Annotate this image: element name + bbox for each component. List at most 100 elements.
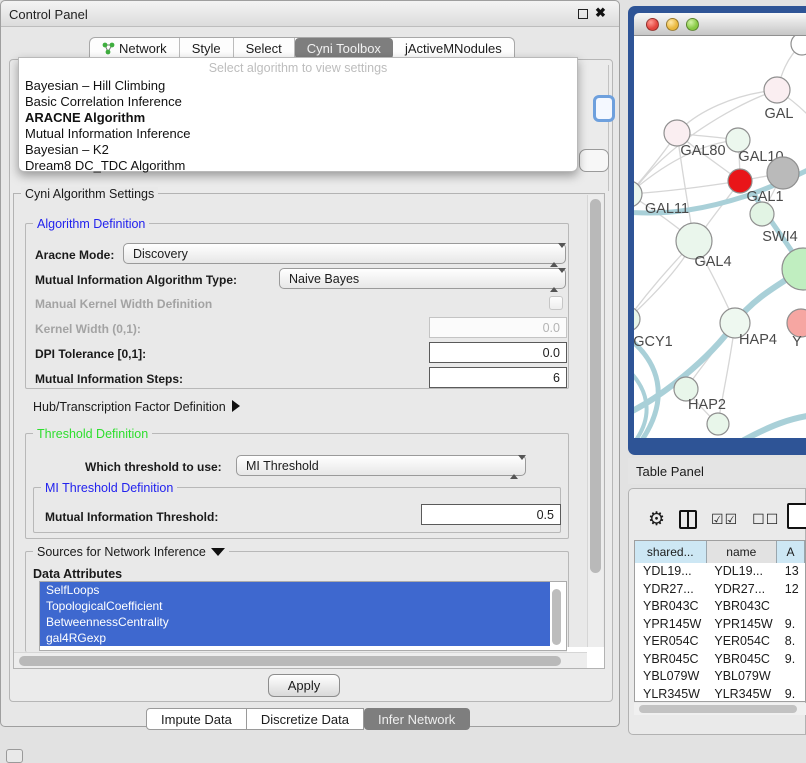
bottom-tab-discretize-data[interactable]: Discretize Data (247, 708, 364, 730)
table-cell: YBR043C (706, 598, 776, 616)
network-node-label: SWI4 (762, 229, 797, 245)
settings-vertical-scrollbar[interactable] (587, 195, 603, 651)
combo-spinner-icon (550, 248, 558, 262)
collapsed-panel-chip[interactable] (6, 749, 23, 763)
attribute-list-item[interactable]: SelfLoops (40, 582, 550, 598)
gear-icon[interactable]: ⚙ (648, 508, 665, 531)
split-panel-icon[interactable] (679, 510, 697, 529)
attribute-list-item[interactable]: BetweennessCentrality (40, 614, 550, 630)
network-node[interactable] (791, 36, 806, 55)
tab-style[interactable]: Style (180, 38, 234, 59)
which-threshold-label: Which threshold to use: (85, 460, 222, 474)
data-attributes-label: Data Attributes (33, 567, 122, 581)
table-column-header[interactable]: shared... (635, 541, 707, 563)
network-node-label: HAP2 (688, 397, 726, 413)
float-window-icon[interactable] (578, 9, 588, 19)
mi-threshold-field[interactable]: 0.5 (421, 504, 561, 525)
network-node-label: GCY1 (634, 334, 673, 350)
bottom-tab-impute-data[interactable]: Impute Data (146, 708, 247, 730)
table-cell: 8. (777, 633, 805, 651)
network-node-label: GAL (764, 106, 793, 122)
select-all-icon[interactable]: ☑☑ (711, 511, 738, 528)
manual-kernel-width-checkbox[interactable] (549, 296, 563, 310)
table-row[interactable]: YBL079WYBL079W (635, 668, 805, 686)
mi-algorithm-type-combo[interactable]: Naive Bayes (279, 268, 566, 289)
kernel-width-field[interactable]: 0.0 (429, 317, 567, 338)
minimize-traffic-light-icon[interactable] (666, 18, 679, 31)
network-node-label: HAP4 (739, 332, 777, 348)
table-cell (777, 598, 805, 616)
data-attributes-list[interactable]: SelfLoopsTopologicalCoefficientBetweenne… (39, 581, 567, 651)
control-panel-titlebar[interactable]: Control Panel ✖ (1, 1, 619, 27)
network-node-swi4[interactable] (750, 202, 774, 226)
table-cell: YLR345W (635, 686, 706, 703)
mi-steps-label: Mutual Information Steps: (35, 372, 183, 386)
dpi-tolerance-label: DPI Tolerance [0,1]: (35, 347, 146, 361)
table-column-header[interactable]: A (777, 541, 805, 563)
sources-toggle[interactable]: Sources for Network Inference (33, 545, 229, 559)
table-row[interactable]: YER054CYER054C8. (635, 633, 805, 651)
algorithm-option[interactable]: Dream8 DC_TDC Algorithm (19, 158, 577, 174)
table-row[interactable]: YBR045CYBR045C9. (635, 651, 805, 669)
table-scrollbar-thumb[interactable] (639, 705, 797, 713)
network-canvas[interactable]: GALGAL80GAL10GAL1GAL11SWI4GAL4GCY1HAP4YH… (634, 36, 806, 438)
network-node[interactable] (707, 413, 729, 435)
close-icon[interactable]: ✖ (595, 5, 606, 21)
mi-steps-field[interactable]: 6 (429, 367, 567, 388)
dpi-tolerance-field[interactable]: 0.0 (429, 342, 567, 363)
table-panel-titlebar[interactable]: Table Panel (628, 458, 806, 484)
hub-definition-toggle[interactable]: Hub/Transcription Factor Definition (33, 400, 240, 414)
attribute-list-item[interactable]: gal4RGexp (40, 630, 550, 646)
apply-button[interactable]: Apply (268, 674, 340, 697)
settings-horizontal-scrollbar[interactable] (14, 652, 587, 668)
mi-threshold-title: MI Threshold Definition (41, 481, 177, 495)
table-cell (777, 668, 805, 686)
algorithm-option[interactable]: Mutual Information Inference (19, 126, 577, 142)
aracne-mode-combo[interactable]: Discovery (123, 243, 566, 264)
algorithm-option[interactable]: ARACNE Algorithm (19, 110, 577, 126)
algorithm-option[interactable]: Basic Correlation Inference (19, 94, 577, 110)
table-row[interactable]: YPR145WYPR145W9. (635, 616, 805, 634)
bottom-tab-infer-network[interactable]: Infer Network (364, 708, 470, 730)
deselect-all-icon[interactable]: ☐☐ (752, 511, 779, 528)
manual-kernel-width-label: Manual Kernel Width Definition (35, 297, 212, 311)
table-header-row: shared...nameA (635, 541, 805, 563)
table-row[interactable]: YBR043CYBR043C (635, 598, 805, 616)
table-row[interactable]: YLR345WYLR345W9. (635, 686, 805, 703)
close-traffic-light-icon[interactable] (646, 18, 659, 31)
threshold-definition-title: Threshold Definition (33, 427, 152, 441)
tab-select[interactable]: Select (234, 38, 295, 59)
algorithm-dropdown-placeholder: Select algorithm to view settings (19, 61, 577, 78)
network-window-titlebar[interactable] (634, 13, 806, 36)
table-row[interactable]: YDR27...YDR27...12 (635, 581, 805, 599)
network-node-label: GAL80 (680, 143, 725, 159)
attribute-table[interactable]: shared...nameA YDL19...YDL19...13YDR27..… (634, 540, 806, 702)
network-node[interactable] (767, 157, 799, 189)
attribute-list-item[interactable]: TopologicalCoefficient (40, 598, 550, 614)
algorithm-option[interactable]: Bayesian – K2 (19, 142, 577, 158)
network-edge (634, 368, 647, 438)
table-cell: YPR145W (635, 616, 706, 634)
tab-network[interactable]: Network (90, 38, 180, 59)
algorithm-option[interactable]: Bayesian – Hill Climbing (19, 78, 577, 94)
table-cell: YBR045C (635, 651, 706, 669)
table-cell: YER054C (706, 633, 776, 651)
table-panel-title: Table Panel (636, 464, 704, 479)
list-scrollbar[interactable] (552, 589, 561, 645)
tab-jactivemnodules[interactable]: jActiveMNodules (393, 38, 514, 59)
mi-threshold-label: Mutual Information Threshold: (45, 510, 218, 524)
tab-cyni-toolbox[interactable]: Cyni Toolbox (295, 38, 393, 59)
table-row[interactable]: YDL19...YDL19...13 (635, 563, 805, 581)
kernel-width-label: Kernel Width (0,1): (35, 322, 141, 336)
network-node-gcy1[interactable] (634, 307, 640, 331)
table-column-header[interactable]: name (707, 541, 778, 563)
mi-algorithm-type-label: Mutual Information Algorithm Type: (35, 273, 237, 287)
algorithm-dropdown[interactable]: Select algorithm to view settings Bayesi… (18, 57, 578, 172)
zoom-traffic-light-icon[interactable] (686, 18, 699, 31)
which-threshold-combo[interactable]: MI Threshold (236, 455, 526, 476)
network-node[interactable] (782, 248, 806, 290)
combo-spinner-icon (510, 460, 518, 474)
new-table-icon[interactable] (787, 503, 806, 529)
network-node-y[interactable] (787, 309, 806, 337)
network-node-gal[interactable] (764, 77, 790, 103)
